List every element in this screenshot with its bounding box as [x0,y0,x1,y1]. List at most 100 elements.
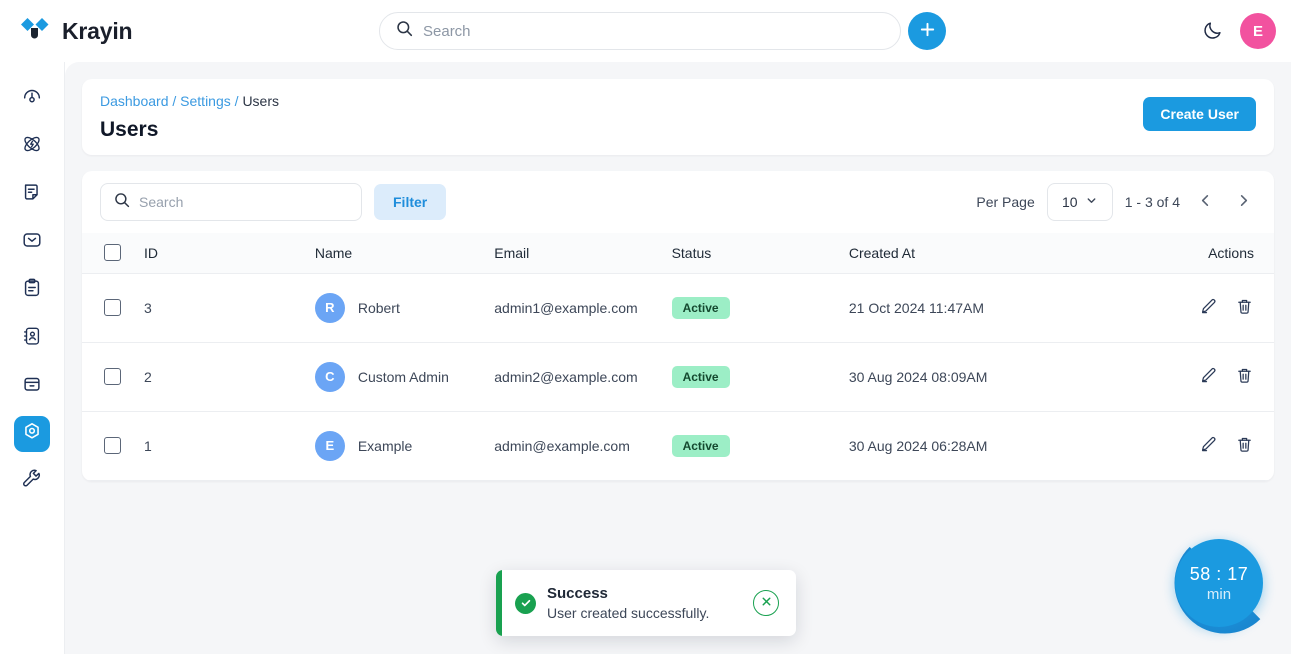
sidebar-item-settings[interactable] [14,416,50,452]
top-bar: Krayin Search E [0,0,1291,62]
timer-unit: min [1206,585,1232,603]
next-page-button[interactable] [1230,189,1256,215]
brand[interactable]: Krayin [19,16,133,46]
cell-created-at: 30 Aug 2024 06:28AM [848,437,988,454]
quick-add-button[interactable] [908,12,946,50]
table-row[interactable]: 2 C Custom Admin admin2@example.com Acti… [82,342,1274,411]
user-name: Custom Admin [357,368,449,385]
column-header-name[interactable]: Name [314,233,495,274]
result-range-label: 1 - 3 of 4 [1124,194,1180,210]
table-search-placeholder: Search [139,194,184,210]
select-all-checkbox[interactable] [104,244,121,262]
sidebar-item-configuration[interactable] [14,464,50,500]
plus-icon [918,20,937,42]
sidebar [0,62,65,654]
sidebar-item-products[interactable] [14,368,50,404]
page-header: Dashboard / Settings / Users Users Creat… [82,79,1274,155]
cell-status: Active [671,411,849,480]
cell-id: 1 [143,437,152,454]
toast-close-button[interactable] [753,590,779,616]
user-avatar-initial: E [1252,22,1263,40]
sidebar-item-activities[interactable] [14,272,50,308]
global-search-input[interactable]: Search [379,12,901,50]
delete-button[interactable] [1235,435,1254,457]
table-row[interactable]: 1 E Example admin@example.com Active 30 … [82,411,1274,480]
breadcrumb-item-settings[interactable]: Settings [180,93,231,109]
krayin-diamond-logo-icon [19,16,53,46]
table-header-row: ID Name Email Status Created At Actions [82,233,1274,274]
previous-page-button[interactable] [1192,189,1218,215]
status-badge: Active [671,296,730,319]
per-page-value: 10 [1061,194,1078,210]
row-checkbox[interactable] [104,437,121,454]
user-name: Robert [357,299,400,316]
users-table: ID Name Email Status Created At Actions … [82,233,1274,481]
timer-core[interactable]: 58 : 17 min [1175,539,1263,627]
cell-actions [1146,342,1274,411]
pencil-icon [1199,366,1218,388]
success-toast: Success User created successfully. [496,570,796,636]
column-header-created[interactable]: Created At [848,233,1146,274]
edit-button[interactable] [1199,435,1218,457]
delete-button[interactable] [1235,366,1254,388]
table-toolbar: Search Filter Per Page 10 1 - 3 of 4 [82,171,1274,233]
gauge-icon [21,85,43,112]
cell-id: 2 [143,368,152,385]
theme-toggle-button[interactable] [1198,18,1226,46]
status-badge: Active [671,365,730,388]
row-select-cell [82,273,144,342]
status-badge: Active [671,434,730,457]
settings-hex-icon [21,421,43,448]
column-header-id[interactable]: ID [143,233,315,274]
table-row[interactable]: 3 R Robert admin1@example.com Active 21 … [82,273,1274,342]
edit-button[interactable] [1199,297,1218,319]
cell-name: E Example [314,411,494,480]
trash-icon [1235,366,1254,388]
sidebar-item-leads[interactable] [14,128,50,164]
column-header-status[interactable]: Status [671,233,849,274]
users-table-panel: Search Filter Per Page 10 1 - 3 of 4 ID … [82,171,1274,481]
edit-button[interactable] [1199,366,1218,388]
clipboard-icon [21,277,43,304]
address-book-icon [21,325,43,352]
table-head: ID Name Email Status Created At Actions [82,233,1274,274]
row-select-cell [82,342,144,411]
cell-status: Active [671,273,849,342]
table-body: 3 R Robert admin1@example.com Active 2 1 … [82,273,1274,480]
brand-name: Krayin [62,17,133,44]
sidebar-item-quotes[interactable] [14,176,50,212]
row-checkbox[interactable] [104,299,121,316]
column-header-email[interactable]: Email [494,233,672,274]
avatar: R [314,292,345,323]
sidebar-item-mail[interactable] [14,224,50,260]
search-icon [396,20,413,42]
sidebar-item-contacts[interactable] [14,320,50,356]
row-select-cell [82,411,144,480]
per-page-select[interactable]: 10 [1046,183,1113,221]
trash-icon [1235,297,1254,319]
cell-email: admin1@example.com [494,299,638,316]
search-icon [114,192,130,213]
timer-time: 58 : 17 [1189,563,1249,584]
filter-button[interactable]: Filter [374,184,447,220]
toast-message: User created successfully. [547,605,710,621]
wrench-icon [21,469,43,496]
table-search-input[interactable]: Search [100,183,362,221]
user-avatar[interactable]: E [1240,13,1276,49]
delete-button[interactable] [1235,297,1254,319]
chevron-down-icon [1085,194,1098,210]
trash-icon [1235,435,1254,457]
page-title: Users [100,118,159,141]
cell-created-at: 30 Aug 2024 08:09AM [848,368,988,385]
cell-email: admin2@example.com [494,368,638,385]
atom-icon [21,133,43,160]
sidebar-item-dashboard[interactable] [14,80,50,116]
global-search-placeholder: Search [423,22,471,40]
breadcrumb: Dashboard / Settings / Users [100,93,1256,109]
user-name: Example [357,437,413,454]
cell-id: 3 [143,299,152,316]
breadcrumb-item-dashboard[interactable]: Dashboard [100,93,169,109]
row-checkbox[interactable] [104,368,121,385]
session-timer-widget[interactable]: 58 : 17 min [1171,529,1279,637]
create-user-button[interactable]: Create User [1143,97,1256,131]
